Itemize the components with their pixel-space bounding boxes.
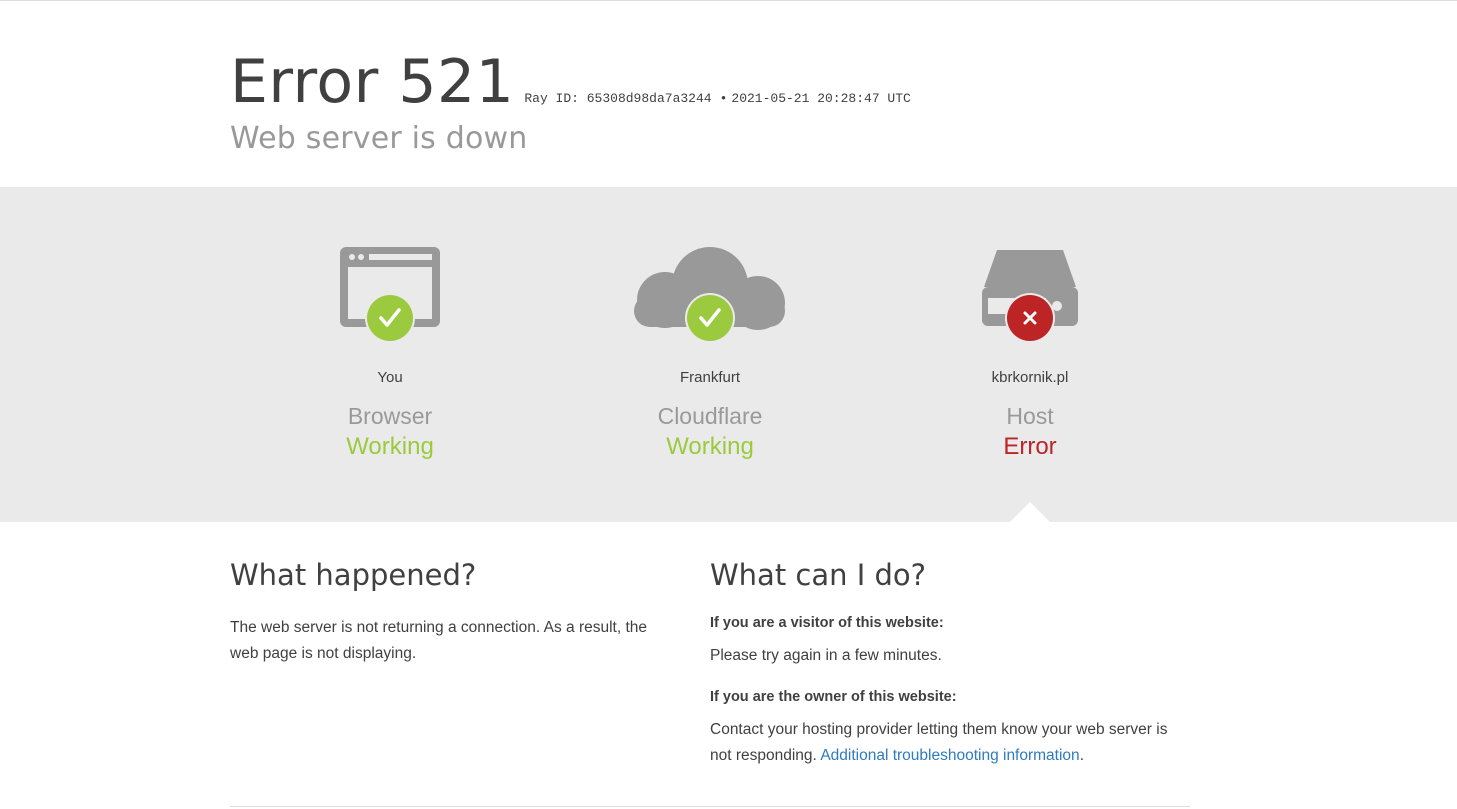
what-can-i-do-column: What can I do? If you are a visitor of t…: [710, 555, 1190, 769]
owner-body: Contact your hosting provider letting th…: [710, 717, 1190, 769]
owner-body-suffix: .: [1079, 747, 1084, 764]
host-pointer-caret: [1010, 502, 1050, 522]
what-happened-heading: What happened?: [230, 558, 477, 592]
timestamp: 2021-05-21 20:28:47 UTC: [731, 91, 911, 106]
what-happened-body: The web server is not returning a connec…: [230, 619, 648, 662]
node-location: kbrkornik.pl: [991, 369, 1069, 386]
node-role: Cloudflare: [657, 403, 763, 429]
error-header: Error 521 Ray ID: 65308d98da7a3244 • 2021-…: [0, 1, 1457, 187]
check-icon: [685, 293, 735, 343]
node-location: Frankfurt: [679, 369, 740, 386]
status-band: You Browser Working Frankfurt Cloudflare…: [0, 187, 1457, 522]
ray-separator: •: [719, 91, 728, 106]
server-icon: [982, 250, 1078, 343]
node-status: Error: [1003, 433, 1057, 460]
what-happened-column: What happened? The web server is not ret…: [230, 555, 670, 667]
visitor-body: Please try again in a few minutes.: [710, 647, 942, 664]
ray-id-label: Ray ID: 65308d98da7a3244: [524, 91, 712, 106]
node-status: Working: [666, 433, 754, 460]
ray-id: Ray ID: 65308d98da7a3244 • 2021-05-21 20:2…: [524, 91, 910, 106]
cloud-icon: [634, 247, 785, 343]
error-title: Error 521: [230, 47, 515, 117]
error-subtitle: Web server is down: [230, 121, 528, 156]
x-icon: [1005, 293, 1055, 343]
node-status: Working: [346, 433, 434, 460]
what-can-i-do-heading: What can I do?: [710, 558, 927, 592]
visitor-heading: If you are a visitor of this website:: [710, 615, 944, 631]
check-icon: [365, 293, 415, 343]
footer-divider: [230, 806, 1190, 807]
node-location: You: [377, 369, 403, 386]
node-role: Host: [1006, 403, 1054, 429]
node-role: Browser: [347, 403, 433, 429]
troubleshooting-link[interactable]: Additional troubleshooting information: [820, 747, 1079, 764]
owner-heading: If you are the owner of this website:: [710, 689, 957, 705]
browser-window-icon: [340, 247, 440, 343]
